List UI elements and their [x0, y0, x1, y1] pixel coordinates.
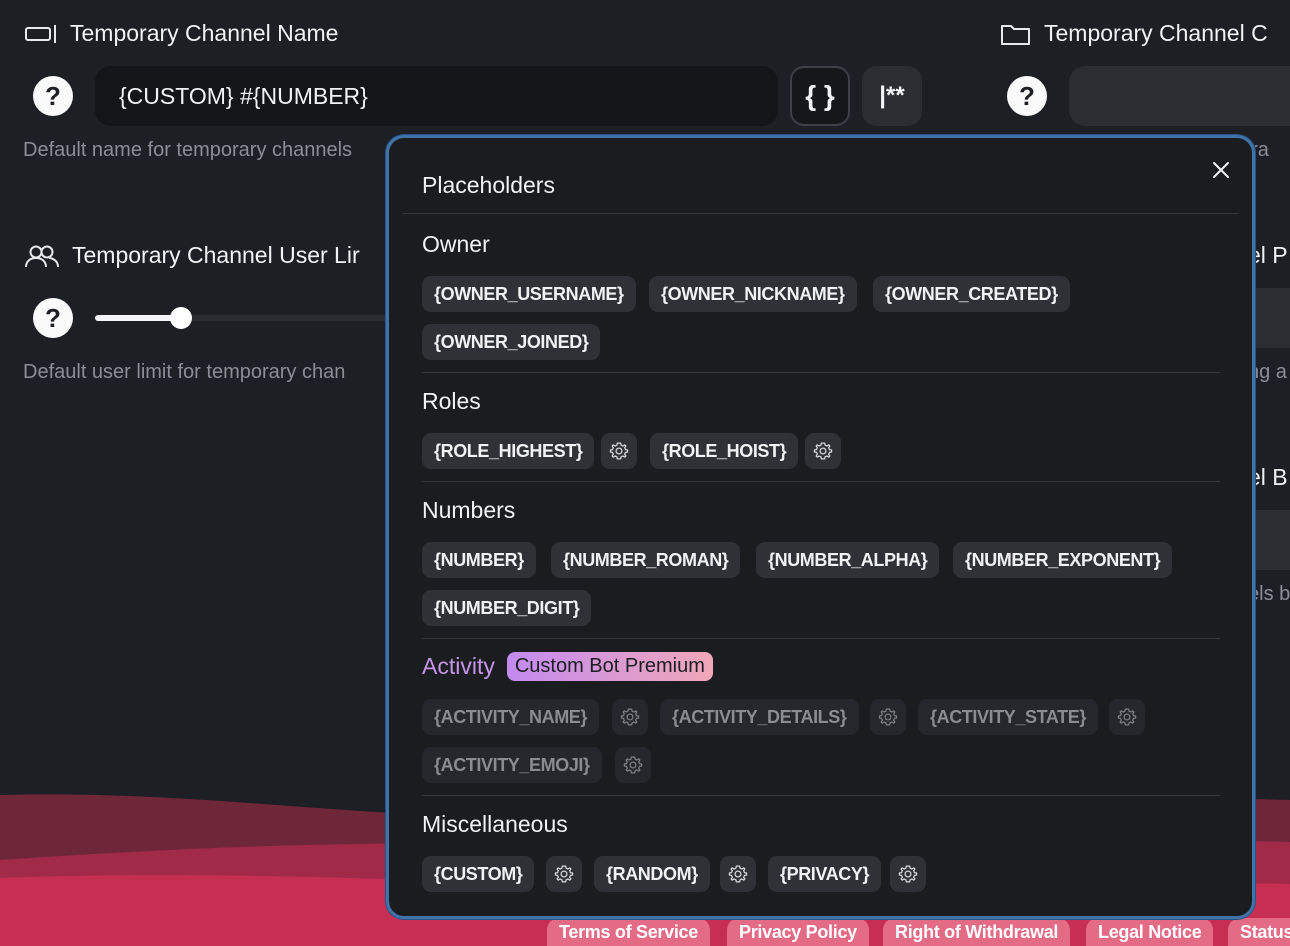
- placeholder-chip: {ACTIVITY_NAME}: [422, 699, 600, 735]
- channel-category-title: Temporary Channel C: [1000, 20, 1268, 47]
- random-settings-button[interactable]: [720, 856, 756, 892]
- placeholders-popup: Placeholders Owner {OWNER_USERNAME} {OWN…: [386, 135, 1255, 919]
- question-icon: ?: [45, 80, 61, 111]
- placeholder-chip: {ACTIVITY_EMOJI}: [422, 747, 602, 783]
- channel-category-help-button[interactable]: ?: [1007, 76, 1047, 116]
- privacy-settings-button[interactable]: [890, 856, 926, 892]
- placeholder-chip[interactable]: {NUMBER_ROMAN}: [551, 542, 741, 578]
- role-hoist-settings-button[interactable]: [805, 433, 841, 469]
- user-limit-slider-fill: [95, 315, 181, 321]
- channel-category-select[interactable]: [1069, 66, 1290, 126]
- placeholder-chip[interactable]: {PRIVACY}: [768, 856, 882, 892]
- channel-name-input-value: {CUSTOM} #{NUMBER}: [119, 82, 368, 109]
- placeholder-chip: {ACTIVITY_STATE}: [918, 699, 1098, 735]
- channel-name-title-label: Temporary Channel Name: [70, 20, 339, 46]
- placeholder-chip[interactable]: {OWNER_USERNAME}: [422, 276, 636, 312]
- gear-icon: [554, 865, 574, 883]
- formatting-icon: |**: [879, 82, 905, 109]
- placeholder-chip[interactable]: {NUMBER_DIGIT}: [422, 590, 592, 626]
- premium-badge[interactable]: Custom Bot Premium: [506, 652, 713, 681]
- section-divider: [422, 638, 1220, 639]
- placeholder-chip: {ACTIVITY_DETAILS}: [660, 699, 859, 735]
- section-divider: [422, 481, 1220, 482]
- placeholder-chip[interactable]: {NUMBER_EXPONENT}: [953, 542, 1173, 578]
- section-divider: [422, 795, 1220, 796]
- gear-icon: [623, 756, 643, 774]
- placeholder-chip[interactable]: {CUSTOM}: [422, 856, 535, 892]
- folder-icon: [1001, 24, 1030, 45]
- footer-link-terms[interactable]: Terms of Service: [547, 918, 710, 946]
- section-roles-label: Roles: [422, 388, 481, 414]
- user-limit-title-label: Temporary Channel User Lir: [72, 242, 360, 268]
- footer-link-withdrawal[interactable]: Right of Withdrawal: [883, 918, 1071, 946]
- channel-name-help-text: Default name for temporary channels: [23, 139, 353, 161]
- users-icon: [25, 245, 59, 267]
- formatting-button[interactable]: |**: [862, 66, 922, 126]
- channel-category-title-label: Temporary Channel C: [1044, 20, 1268, 46]
- user-limit-help-text: Default user limit for temporary chan: [23, 361, 346, 383]
- placeholders-button[interactable]: { }: [790, 66, 850, 126]
- section-owner-title: Owner: [422, 231, 490, 258]
- placeholder-chip[interactable]: {OWNER_CREATED}: [873, 276, 1070, 312]
- placeholder-chip[interactable]: {OWNER_JOINED}: [422, 324, 601, 360]
- section-activity-title: Activity Custom Bot Premium: [422, 652, 713, 681]
- popup-title: Placeholders: [422, 172, 555, 198]
- section-owner-label: Owner: [422, 231, 490, 257]
- user-limit-slider-thumb[interactable]: [170, 307, 192, 329]
- activity-name-settings-button: [612, 699, 648, 735]
- activity-details-settings-button: [870, 699, 906, 735]
- gear-icon: [728, 865, 748, 883]
- gear-icon: [609, 442, 629, 460]
- activity-emoji-settings-button: [615, 747, 651, 783]
- channel-name-help-button[interactable]: ?: [33, 76, 73, 116]
- question-icon: ?: [1019, 80, 1035, 111]
- placeholder-chip[interactable]: {ROLE_HOIST}: [650, 433, 799, 469]
- placeholder-chip[interactable]: {NUMBER}: [422, 542, 536, 578]
- footer-link-status[interactable]: Status: [1228, 918, 1290, 946]
- placeholder-chip[interactable]: {RANDOM}: [594, 856, 710, 892]
- footer-link-privacy[interactable]: Privacy Policy: [727, 918, 869, 946]
- activity-state-settings-button: [1109, 699, 1145, 735]
- user-limit-help-button[interactable]: ?: [33, 298, 73, 338]
- popup-header-divider: [403, 213, 1239, 214]
- curly-braces-icon: { }: [805, 80, 835, 111]
- section-misc-title: Miscellaneous: [422, 811, 568, 838]
- section-activity-label: Activity: [422, 653, 495, 679]
- gear-icon: [813, 442, 833, 460]
- section-numbers-title: Numbers: [422, 497, 515, 524]
- section-misc-label: Miscellaneous: [422, 811, 568, 837]
- input-field-icon: [25, 24, 56, 43]
- section-divider: [422, 372, 1220, 373]
- section-roles-title: Roles: [422, 388, 481, 415]
- gear-icon: [620, 708, 640, 726]
- user-limit-title: Temporary Channel User Lir: [24, 242, 360, 269]
- placeholder-chip[interactable]: {ROLE_HIGHEST}: [422, 433, 595, 469]
- channel-name-title: Temporary Channel Name: [24, 20, 338, 47]
- gear-icon: [898, 865, 918, 883]
- close-icon: [1213, 162, 1229, 178]
- placeholder-chip[interactable]: {OWNER_NICKNAME}: [649, 276, 857, 312]
- section-numbers-label: Numbers: [422, 497, 516, 523]
- channel-name-input[interactable]: {CUSTOM} #{NUMBER}: [95, 66, 778, 126]
- question-icon: ?: [45, 302, 61, 333]
- gear-icon: [1117, 708, 1137, 726]
- close-button[interactable]: [1207, 156, 1235, 184]
- gear-icon: [878, 708, 898, 726]
- placeholder-chip[interactable]: {NUMBER_ALPHA}: [756, 542, 940, 578]
- custom-settings-button[interactable]: [546, 856, 582, 892]
- footer-link-legal[interactable]: Legal Notice: [1086, 918, 1214, 946]
- role-highest-settings-button[interactable]: [601, 433, 637, 469]
